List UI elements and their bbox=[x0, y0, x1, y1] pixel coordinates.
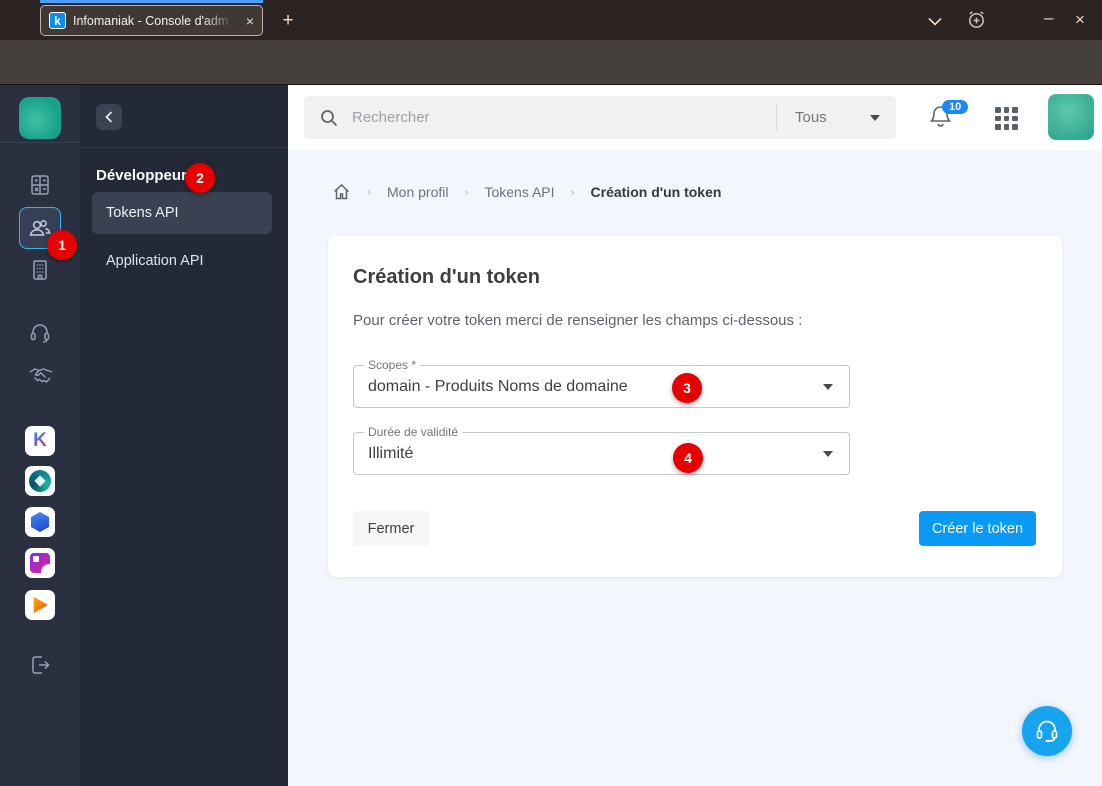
card-intro-text: Pour créer votre token merci de renseign… bbox=[353, 312, 803, 329]
sidebar-item-application-api[interactable]: Application API bbox=[106, 253, 204, 269]
breadcrumb: › Mon profil › Tokens API › Création d'u… bbox=[332, 183, 721, 201]
support-fab[interactable] bbox=[1022, 706, 1072, 756]
breadcrumb-separator: › bbox=[464, 185, 469, 199]
search-bar[interactable]: Tous bbox=[304, 96, 896, 139]
new-tab-button[interactable]: + bbox=[276, 9, 300, 33]
logout-icon[interactable] bbox=[28, 653, 52, 677]
partner-handshake-icon[interactable] bbox=[28, 363, 53, 387]
scopes-value: domain - Produits Noms de domaine bbox=[368, 377, 628, 395]
breadcrumb-separator: › bbox=[367, 185, 371, 199]
app-blue-cube-icon[interactable] bbox=[25, 507, 55, 537]
organization-building-icon[interactable] bbox=[28, 258, 52, 282]
app-rail: K bbox=[0, 85, 80, 786]
close-button[interactable]: Fermer bbox=[353, 511, 429, 546]
annotation-badge-1: 1 bbox=[47, 230, 77, 260]
chevron-down-icon bbox=[823, 450, 833, 457]
browser-titlebar: k Infomaniak - Console d'adm × + – × bbox=[0, 0, 1102, 40]
infomaniak-favicon: k bbox=[49, 12, 66, 29]
sidebar-collapse-button[interactable] bbox=[96, 104, 122, 130]
browser-tab[interactable]: k Infomaniak - Console d'adm × bbox=[40, 5, 263, 36]
scopes-label: Scopes * bbox=[364, 358, 421, 372]
token-creation-card: Création d'un token Pour créer votre tok… bbox=[328, 236, 1062, 577]
app-teal-disc-icon[interactable] bbox=[25, 466, 55, 496]
tab-title: Infomaniak - Console d'adm bbox=[73, 13, 229, 28]
breadcrumb-separator: › bbox=[570, 185, 575, 199]
scopes-select[interactable]: Scopes * domain - Produits Noms de domai… bbox=[353, 358, 850, 408]
chevron-down-icon bbox=[870, 114, 880, 121]
browser-toolbar: ← → ↻ https://manager.infomaniak.com/v3/… bbox=[0, 40, 1102, 118]
sidebar-section-title: Développeur bbox=[96, 167, 187, 184]
avatar[interactable] bbox=[1048, 94, 1094, 140]
alarm-clock-icon[interactable] bbox=[966, 9, 987, 35]
home-icon[interactable] bbox=[332, 183, 351, 201]
validity-select[interactable]: Durée de validité Illimité bbox=[353, 425, 850, 475]
app-kdrive-icon[interactable]: K bbox=[25, 426, 55, 456]
breadcrumb-item-tokens[interactable]: Tokens API bbox=[484, 184, 554, 200]
support-headset-icon[interactable] bbox=[28, 321, 52, 345]
window-close-button[interactable]: × bbox=[1075, 10, 1085, 30]
card-title: Création d'un token bbox=[353, 266, 540, 288]
search-input[interactable] bbox=[352, 109, 776, 126]
sidebar-item-tokens-api[interactable]: Tokens API bbox=[92, 192, 272, 234]
chevron-down-icon bbox=[823, 383, 833, 390]
products-calculator-icon[interactable] bbox=[28, 173, 52, 197]
annotation-badge-3: 3 bbox=[672, 373, 702, 403]
breadcrumb-item-profile[interactable]: Mon profil bbox=[387, 184, 448, 200]
validity-label: Durée de validité bbox=[364, 425, 463, 439]
apps-grid-icon[interactable] bbox=[995, 107, 1018, 130]
section-sidebar: Développeur Tokens API Application API bbox=[80, 85, 288, 786]
divider bbox=[80, 147, 288, 148]
annotation-badge-4: 4 bbox=[673, 443, 703, 473]
search-icon bbox=[321, 109, 338, 126]
top-header: Tous 10 bbox=[288, 85, 1102, 150]
workspace-logo[interactable] bbox=[19, 97, 61, 139]
tab-list-chevron-icon[interactable] bbox=[928, 13, 942, 31]
search-filter-dropdown[interactable]: Tous bbox=[776, 104, 896, 131]
app-player-icon[interactable] bbox=[25, 590, 55, 620]
tab-close-icon[interactable]: × bbox=[246, 14, 254, 28]
breadcrumb-item-current: Création d'un token bbox=[590, 184, 722, 200]
main-area: Tous 10 › Mon profil › Tokens A bbox=[288, 85, 1102, 786]
headset-icon bbox=[1036, 720, 1058, 742]
validity-value: Illimité bbox=[368, 444, 414, 462]
active-tab-accent bbox=[40, 0, 263, 3]
divider bbox=[0, 142, 80, 143]
annotation-badge-2: 2 bbox=[185, 163, 215, 193]
app-pink-icon[interactable] bbox=[25, 548, 55, 578]
notification-count-badge: 10 bbox=[942, 100, 969, 114]
window-minimize-button[interactable]: – bbox=[1044, 8, 1053, 28]
create-token-button[interactable]: Créer le token bbox=[919, 511, 1036, 546]
notifications-button[interactable]: 10 bbox=[928, 100, 969, 135]
